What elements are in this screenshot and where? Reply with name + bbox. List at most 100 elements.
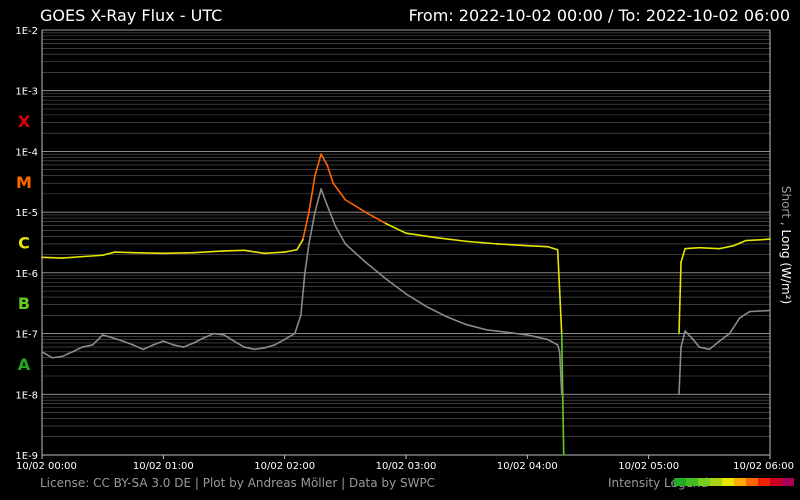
- long-series-point: [405, 232, 407, 234]
- short-series-segment: [678, 346, 682, 396]
- long-series-segment: [132, 251, 165, 255]
- short-series-segment: [334, 224, 347, 245]
- short-series-point: [223, 334, 225, 336]
- long-series-point: [562, 454, 565, 456]
- short-series-segment: [233, 340, 246, 348]
- long-series-segment: [465, 240, 498, 245]
- short-series-point: [445, 315, 448, 318]
- long-series-point: [732, 244, 735, 247]
- short-series-segment: [684, 330, 694, 341]
- long-series-point: [680, 261, 682, 263]
- y-tick-label: 1E-6: [15, 269, 38, 280]
- long-series-point: [314, 174, 316, 177]
- y-tick-label: 1E-8: [15, 390, 38, 401]
- x-tick-label: 10/02 01:00: [133, 461, 194, 472]
- short-series-point: [738, 317, 741, 319]
- y-tick-label: 1E-4: [15, 147, 38, 158]
- short-series-point: [546, 338, 549, 341]
- x-tick-label: 10/02 05:00: [618, 461, 679, 472]
- short-series-segment: [223, 334, 235, 342]
- long-series-segment: [344, 198, 367, 213]
- long-series-segment: [332, 182, 347, 201]
- short-series-segment: [556, 344, 561, 353]
- short-series-point: [111, 337, 114, 339]
- short-series-point: [718, 340, 721, 342]
- short-series-segment: [253, 347, 266, 351]
- short-series-segment: [71, 346, 84, 353]
- short-series-point: [122, 340, 124, 342]
- short-series-point: [253, 348, 256, 351]
- short-series-point: [283, 338, 286, 341]
- long-series-segment: [81, 254, 104, 258]
- credits-footer: License: CC BY-SA 3.0 DE | Plot by Andre…: [40, 476, 436, 490]
- long-series-segment: [326, 164, 335, 184]
- long-series-point: [769, 238, 771, 240]
- long-series-segment: [759, 238, 771, 241]
- x-tick-label: 10/02 03:00: [376, 461, 437, 472]
- short-series-point: [708, 348, 711, 351]
- long-series-point: [718, 247, 721, 250]
- long-series-segment: [526, 244, 549, 248]
- short-series-segment: [738, 310, 751, 319]
- long-series-segment: [295, 239, 304, 251]
- short-series-segment: [41, 351, 53, 359]
- short-series-point: [384, 277, 387, 280]
- short-series-segment: [304, 243, 310, 274]
- long-series-point: [132, 251, 134, 254]
- short-series-segment: [326, 204, 337, 227]
- short-series-point: [182, 346, 185, 348]
- long-series-segment: [744, 239, 761, 242]
- short-series-point: [326, 204, 328, 207]
- long-series-point: [384, 222, 387, 225]
- short-series-segment: [748, 309, 771, 313]
- long-series-segment: [732, 239, 747, 247]
- y-tick-label: 1E-2: [15, 26, 38, 37]
- long-series-point: [296, 248, 298, 251]
- long-series-point: [546, 245, 549, 248]
- short-series-point: [71, 351, 74, 353]
- short-series-point: [698, 346, 701, 348]
- short-series-point: [202, 337, 205, 339]
- long-series-point: [223, 250, 225, 252]
- short-series-segment: [465, 323, 488, 331]
- flare-class-A: A: [18, 355, 31, 374]
- legend-swatch: [770, 478, 782, 486]
- y-axis-label: Short , Long (W/m²): [779, 186, 793, 304]
- long-series-segment: [405, 232, 438, 239]
- long-series-segment: [162, 251, 195, 255]
- short-series-segment: [202, 332, 215, 339]
- long-series-point: [698, 246, 701, 249]
- long-series-point: [678, 332, 680, 335]
- long-series-segment: [546, 245, 559, 251]
- legend-swatch: [758, 478, 770, 486]
- long-series-point: [81, 255, 84, 258]
- short-series-point: [680, 346, 682, 348]
- legend-swatch: [686, 478, 698, 486]
- short-series-segment: [273, 338, 286, 346]
- short-series-point: [152, 344, 155, 346]
- flare-class-C: C: [18, 234, 30, 253]
- short-series-point: [526, 334, 529, 336]
- legend-swatch: [782, 478, 794, 486]
- short-series-segment: [308, 211, 316, 245]
- long-series-point: [263, 252, 266, 255]
- y-tick-label: 1E-7: [15, 330, 38, 341]
- short-series-point: [334, 224, 337, 227]
- short-series-segment: [486, 329, 508, 334]
- short-series-segment: [546, 338, 559, 346]
- short-series-point: [692, 338, 694, 341]
- long-series-point: [560, 332, 563, 335]
- x-tick-label: 10/02 06:00: [733, 461, 794, 472]
- short-series-segment: [320, 188, 328, 207]
- short-series-point: [344, 243, 347, 245]
- x-tick-label: 10/02 00:00: [16, 461, 77, 472]
- legend-swatch: [698, 478, 710, 486]
- short-series-segment: [364, 261, 387, 280]
- long-series-segment: [283, 248, 298, 253]
- long-series-point: [364, 211, 367, 213]
- short-series-point: [300, 314, 302, 317]
- x-tick-label: 10/02 04:00: [497, 461, 558, 472]
- long-series-segment: [384, 222, 407, 234]
- long-series-point: [435, 236, 438, 239]
- short-series-point: [304, 272, 306, 274]
